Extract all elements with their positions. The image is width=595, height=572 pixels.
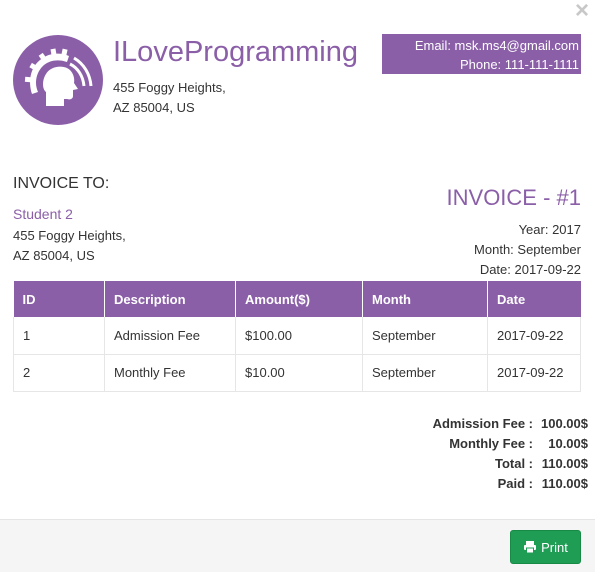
invoice-meta: Year: 2017 Month: September Date: 2017-0…: [474, 220, 581, 280]
close-icon[interactable]: ×: [571, 0, 593, 23]
total-row-admission-fee: Admission Fee : 100.00$: [433, 414, 588, 434]
printer-icon: [524, 541, 537, 554]
total-label: Paid :: [497, 476, 533, 491]
print-button[interactable]: Print: [510, 530, 581, 564]
cell-date: 2017-09-22: [487, 354, 581, 392]
table-row: 1 Admission Fee $100.00 September 2017-0…: [13, 317, 581, 355]
total-row-paid: Paid : 110.00$: [433, 474, 588, 494]
invoice-date: Date: 2017-09-22: [479, 262, 581, 277]
cell-description: Admission Fee: [104, 317, 236, 355]
student-address: 455 Foggy Heights, AZ 85004, US: [13, 226, 126, 266]
header-month: Month: [362, 281, 488, 317]
header-amount: Amount($): [235, 281, 363, 317]
totals-summary: Admission Fee : 100.00$ Monthly Fee : 10…: [433, 414, 588, 494]
company-email: Email: msk.ms4@gmail.com: [414, 38, 579, 53]
student-address-line2: AZ 85004, US: [13, 248, 95, 263]
company-address-line1: 455 Foggy Heights,: [113, 80, 226, 95]
cell-date: 2017-09-22: [487, 317, 581, 355]
total-value: 110.00$: [541, 456, 588, 471]
invoice-title: INVOICE - #1: [446, 185, 581, 210]
cell-id: 2: [13, 354, 105, 392]
total-value: 100.00$: [541, 416, 588, 431]
invoice-to-label: INVOICE TO:: [13, 175, 110, 192]
total-value: 10.00$: [548, 436, 588, 451]
cell-month: September: [362, 317, 488, 355]
student-name: Student 2: [13, 206, 73, 222]
company-name: ILoveProgramming: [113, 36, 358, 68]
total-row-total: Total : 110.00$: [433, 454, 588, 474]
invoice-table: ID Description Amount($) Month Date 1 Ad…: [13, 281, 581, 392]
total-row-monthly-fee: Monthly Fee : 10.00$: [433, 434, 588, 454]
table-row: 2 Monthly Fee $10.00 September 2017-09-2…: [13, 354, 581, 392]
header-description: Description: [104, 281, 236, 317]
cell-amount: $10.00: [235, 354, 363, 392]
header-date: Date: [487, 281, 581, 317]
invoice-month: Month: September: [474, 242, 581, 257]
header-id: ID: [13, 281, 105, 317]
table-header-row: ID Description Amount($) Month Date: [13, 281, 581, 317]
cell-description: Monthly Fee: [104, 354, 236, 392]
company-address: 455 Foggy Heights, AZ 85004, US: [113, 78, 226, 118]
cell-id: 1: [13, 317, 105, 355]
modal-footer: Print: [0, 519, 595, 572]
total-label: Total :: [494, 456, 533, 471]
cell-month: September: [362, 354, 488, 392]
student-address-line1: 455 Foggy Heights,: [13, 228, 126, 243]
company-address-line2: AZ 85004, US: [113, 100, 195, 115]
company-phone: Phone: 111-111-1111: [459, 57, 579, 72]
company-logo: [13, 35, 103, 125]
total-label: Monthly Fee :: [449, 436, 533, 451]
print-button-label: Print: [541, 539, 568, 555]
invoice-year: Year: 2017: [518, 222, 581, 237]
contact-box: Email: msk.ms4@gmail.com Phone: 111-111-…: [382, 34, 581, 74]
total-label: Admission Fee :: [432, 416, 533, 431]
total-value: 110.00$: [541, 476, 588, 491]
cell-amount: $100.00: [235, 317, 363, 355]
